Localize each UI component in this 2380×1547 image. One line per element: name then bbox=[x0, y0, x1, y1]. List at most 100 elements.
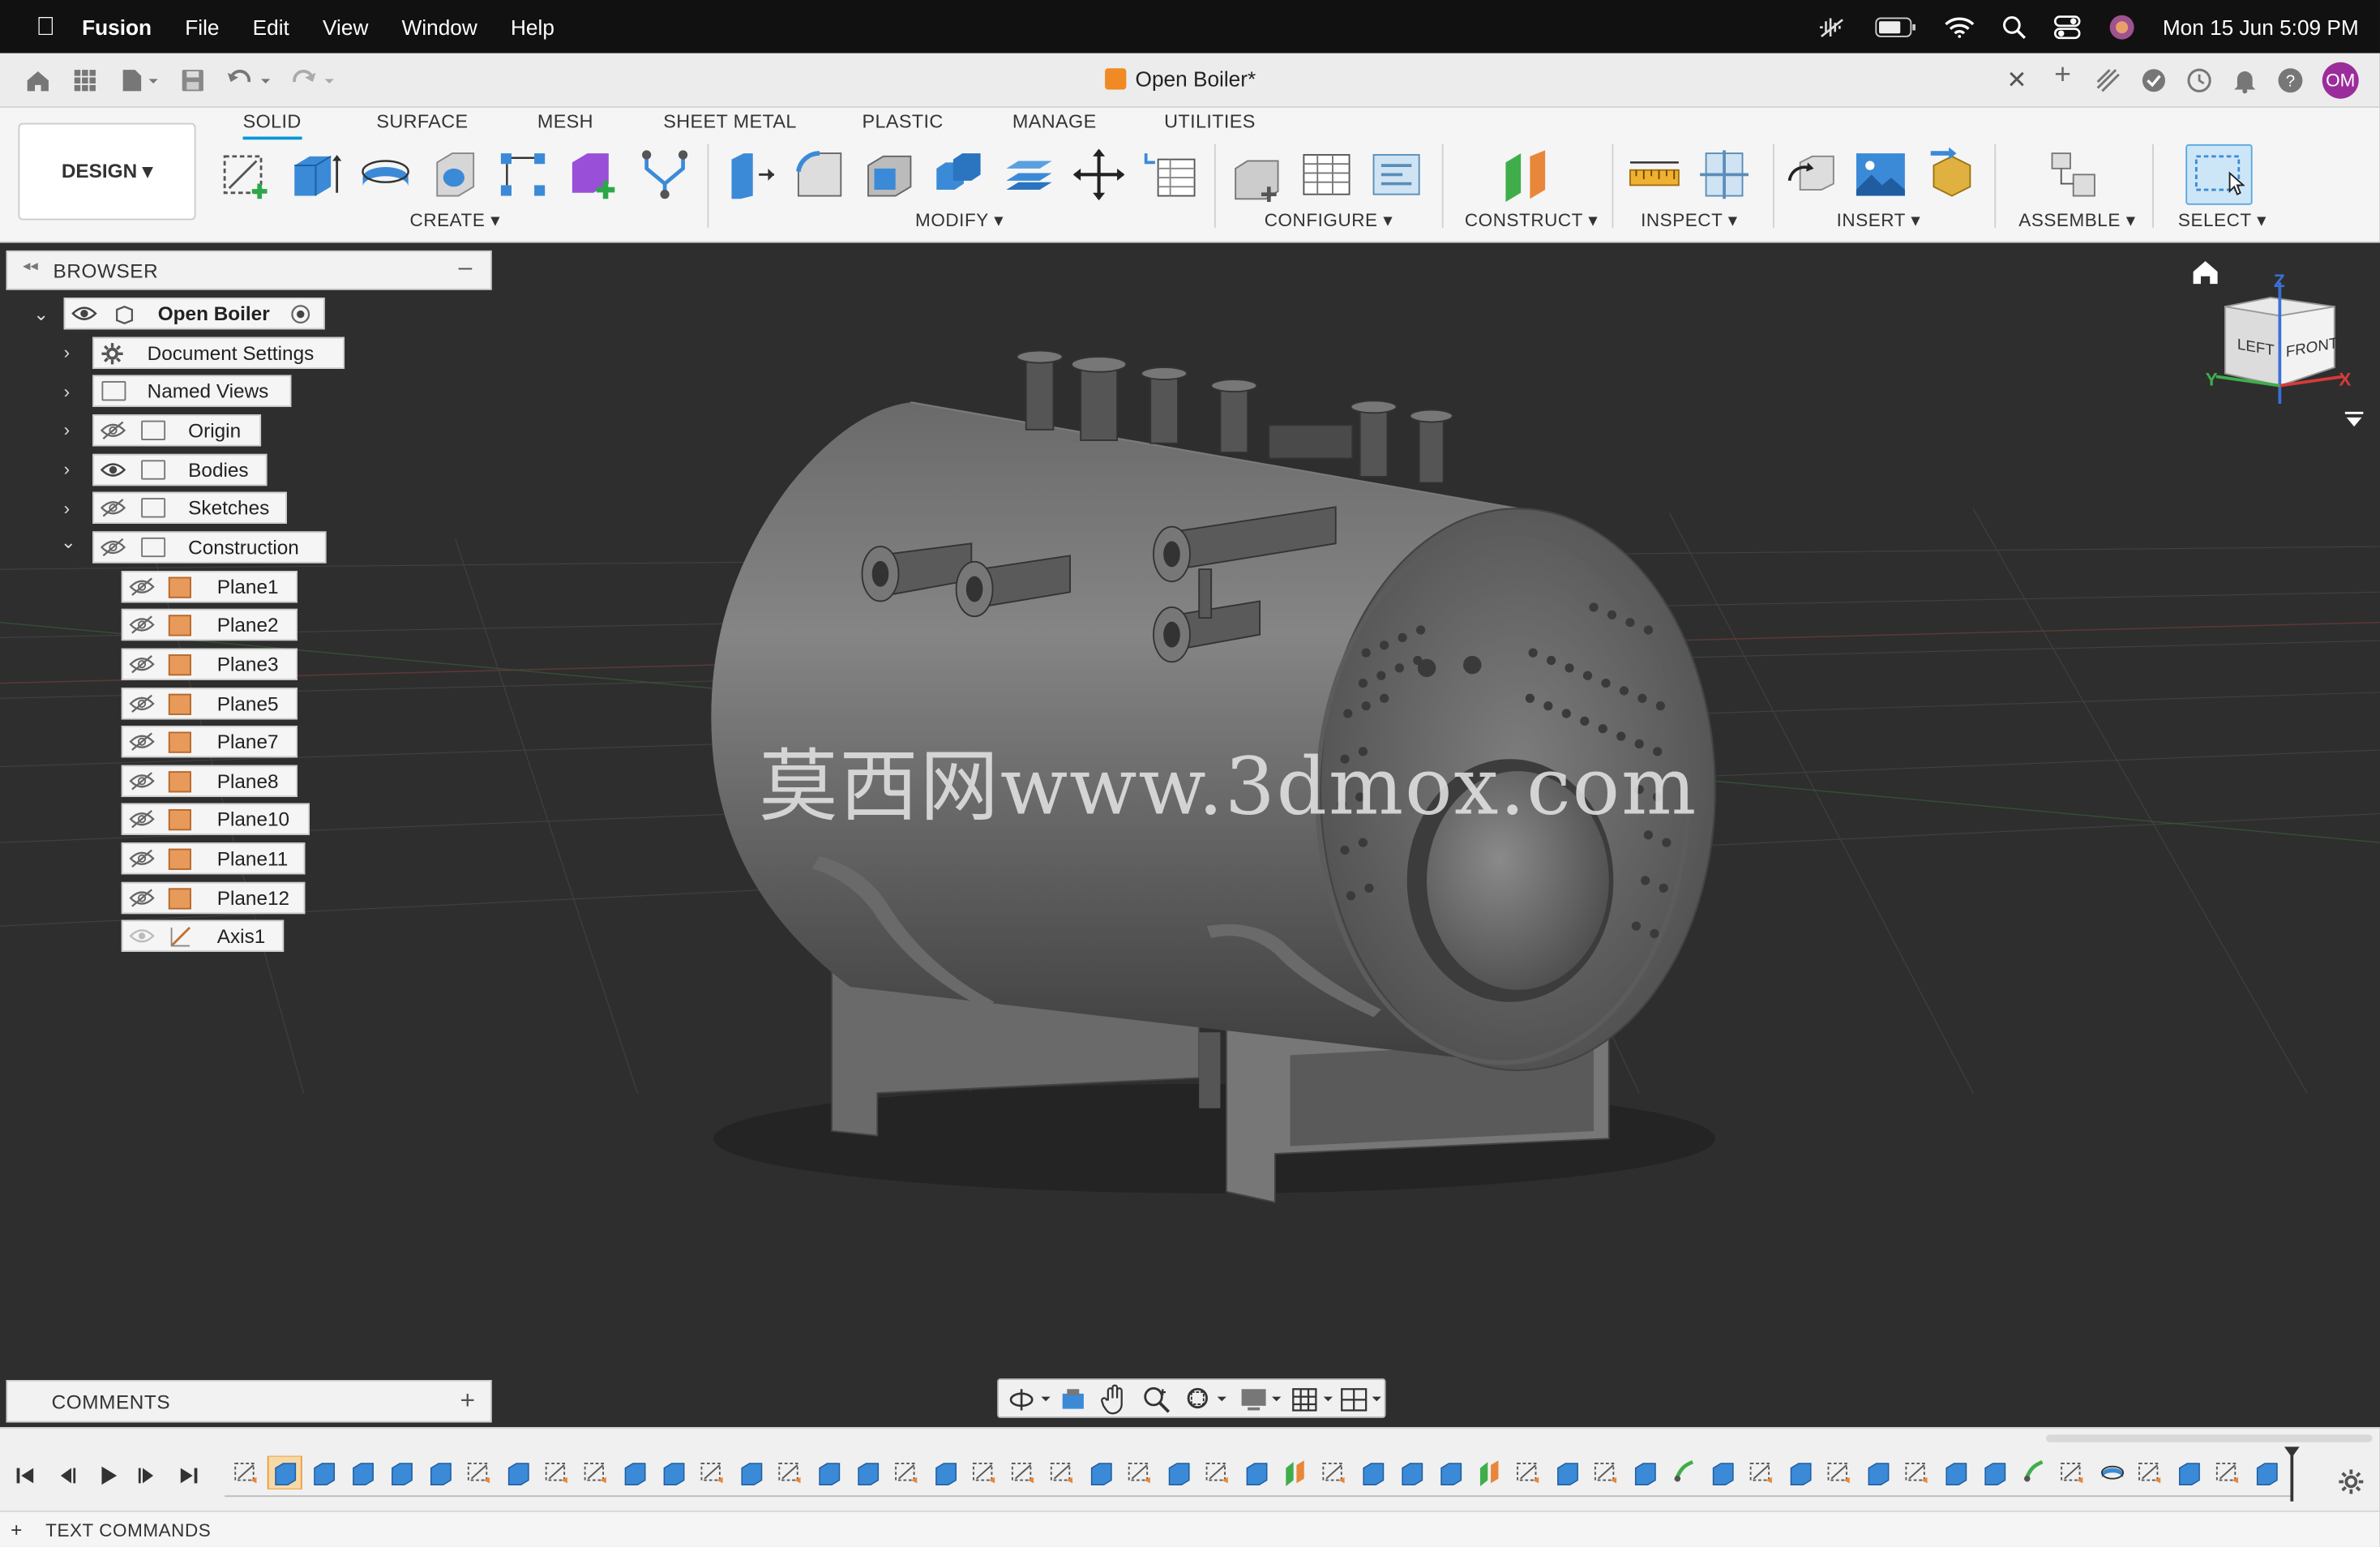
timeline-feature-plane-icon[interactable] bbox=[1479, 1460, 1499, 1487]
browser-root-node[interactable]: Open Boiler bbox=[63, 297, 325, 330]
document-tab[interactable]: Open Boiler* bbox=[1105, 66, 1256, 91]
menu-edit[interactable]: Edit bbox=[253, 15, 289, 39]
timeline-feature-extrude-icon[interactable] bbox=[1246, 1463, 1268, 1485]
timeline-feature-sketch-icon[interactable] bbox=[234, 1463, 257, 1484]
menu-file[interactable]: File bbox=[185, 15, 219, 39]
timeline-feature-items[interactable] bbox=[228, 1455, 2307, 1489]
create-form-icon[interactable] bbox=[566, 148, 620, 202]
timeline-feature-sketch-icon[interactable] bbox=[1517, 1463, 1539, 1484]
timeline-feature-sketch-icon[interactable] bbox=[700, 1463, 723, 1484]
construction-item-plane7[interactable]: Plane7 bbox=[121, 726, 298, 758]
go-to-end-icon[interactable] bbox=[178, 1465, 199, 1486]
move-copy-icon[interactable] bbox=[1072, 148, 1126, 202]
minimize-browser-icon[interactable]: – bbox=[459, 255, 473, 283]
viewports-layout-icon[interactable] bbox=[1338, 1385, 1384, 1415]
timeline-feature-sketch-icon[interactable] bbox=[1050, 1463, 1073, 1484]
construction-item-plane11[interactable]: Plane11 bbox=[121, 842, 306, 875]
browser-node-named-views[interactable]: Named Views bbox=[92, 375, 292, 407]
pan-hand-icon[interactable] bbox=[1100, 1384, 1128, 1415]
job-status-icon[interactable] bbox=[2140, 66, 2168, 94]
configure-design-icon[interactable] bbox=[1230, 148, 1284, 203]
fit-zoom-window-icon[interactable] bbox=[1184, 1385, 1229, 1415]
timeline-feature-sketch-icon[interactable] bbox=[895, 1463, 918, 1484]
timeline-feature-extrude-icon[interactable] bbox=[507, 1463, 529, 1485]
timeline-feature-sketch-icon[interactable] bbox=[973, 1463, 995, 1484]
timeline-feature-revolve-icon[interactable] bbox=[2100, 1465, 2125, 1480]
hidden-eye-icon[interactable] bbox=[129, 771, 155, 791]
create-sketch-icon[interactable] bbox=[220, 148, 274, 202]
construction-item-axis1[interactable]: Axis1 bbox=[121, 919, 285, 952]
workspace-switcher-button[interactable]: DESIGN ▾ bbox=[18, 122, 196, 221]
extrude-icon[interactable] bbox=[289, 148, 343, 202]
timeline-feature-extrude-icon[interactable] bbox=[314, 1463, 336, 1485]
timeline-feature-extrude-icon[interactable] bbox=[624, 1463, 646, 1485]
hidden-eye-icon[interactable] bbox=[129, 809, 155, 829]
hidden-eye-icon[interactable] bbox=[129, 615, 155, 634]
tab-sheet-metal[interactable]: SHEET METAL bbox=[663, 111, 797, 132]
siri-icon[interactable] bbox=[2108, 13, 2135, 41]
menubar-clock[interactable]: Mon 15 Jun 5:09 PM bbox=[2163, 15, 2359, 39]
combine-icon[interactable] bbox=[932, 148, 987, 202]
derive-icon[interactable] bbox=[637, 148, 691, 202]
timeline-marker-icon[interactable] bbox=[2281, 1444, 2302, 1505]
timeline-feature-extrude-icon[interactable] bbox=[430, 1463, 452, 1485]
home-icon[interactable] bbox=[24, 66, 52, 94]
tab-solid[interactable]: SOLID bbox=[242, 111, 302, 140]
timeline-feature-sketch-icon[interactable] bbox=[2061, 1463, 2083, 1484]
viewcube-options-icon[interactable] bbox=[2344, 410, 2365, 428]
redo-icon[interactable] bbox=[289, 66, 340, 94]
timeline-feature-sketch-icon[interactable] bbox=[1322, 1463, 1345, 1484]
notification-bell-icon[interactable] bbox=[2231, 66, 2258, 94]
extensions-icon[interactable] bbox=[2095, 66, 2122, 94]
zoom-icon[interactable] bbox=[1141, 1385, 1171, 1415]
browser-panel-header[interactable]: ◂◂ BROWSER – bbox=[6, 250, 492, 290]
timeline-settings-gear-icon[interactable] bbox=[2337, 1468, 2365, 1496]
hidden-eye-icon[interactable] bbox=[129, 577, 155, 597]
apple-icon[interactable]:  bbox=[30, 11, 60, 41]
play-icon[interactable] bbox=[97, 1465, 118, 1486]
timeline-feature-extrude-icon[interactable] bbox=[353, 1463, 374, 1485]
menu-app-name[interactable]: Fusion bbox=[82, 15, 152, 39]
timeline-feature-sketch-icon[interactable] bbox=[545, 1463, 567, 1484]
insert-derive-icon[interactable] bbox=[1785, 148, 1839, 202]
menu-view[interactable]: View bbox=[323, 15, 368, 39]
expand-chevron-icon[interactable]: › bbox=[64, 381, 70, 402]
timeline-feature-extrude-icon[interactable] bbox=[267, 1455, 302, 1489]
hidden-eye-icon[interactable] bbox=[129, 694, 155, 714]
timeline-feature-extrude-icon[interactable] bbox=[1363, 1463, 1385, 1485]
timeline-feature-extrude-icon[interactable] bbox=[819, 1463, 841, 1485]
step-forward-icon[interactable] bbox=[137, 1465, 158, 1486]
grid-snaps-icon[interactable] bbox=[1291, 1385, 1336, 1415]
timeline-feature-sketch-icon[interactable] bbox=[1827, 1463, 1850, 1484]
construction-item-plane5[interactable]: Plane5 bbox=[121, 688, 298, 720]
construction-item-plane10[interactable]: Plane10 bbox=[121, 803, 310, 835]
browser-node-bodies[interactable]: Bodies bbox=[92, 453, 268, 486]
timeline-feature-extrude-icon[interactable] bbox=[1712, 1463, 1734, 1485]
timeline-feature-extrude-icon[interactable] bbox=[1168, 1463, 1190, 1485]
timeline-feature-plane-icon[interactable] bbox=[1286, 1460, 1304, 1487]
timeline-feature-extrude-icon[interactable] bbox=[1634, 1463, 1656, 1485]
hidden-eye-icon[interactable] bbox=[129, 654, 155, 674]
insert-canvas-icon[interactable] bbox=[1853, 148, 1907, 202]
assemble-group-label[interactable]: ASSEMBLE ▾ bbox=[2018, 209, 2135, 230]
insert-mcmaster-carr-icon[interactable] bbox=[1924, 147, 1979, 202]
construct-group-label[interactable]: CONSTRUCT ▾ bbox=[1465, 209, 1598, 230]
select-group-label[interactable]: SELECT ▾ bbox=[2178, 209, 2267, 230]
section-analysis-icon[interactable] bbox=[1697, 148, 1751, 202]
timeline-feature-derive-icon[interactable] bbox=[2023, 1459, 2044, 1482]
press-pull-icon[interactable] bbox=[722, 148, 777, 202]
audio-wave-icon[interactable] bbox=[1817, 15, 1847, 39]
hidden-eye-icon[interactable] bbox=[129, 731, 155, 751]
save-icon[interactable] bbox=[179, 66, 207, 94]
look-at-icon[interactable] bbox=[1059, 1386, 1087, 1414]
timeline-feature-extrude-icon[interactable] bbox=[858, 1463, 880, 1485]
offset-face-icon[interactable] bbox=[1002, 148, 1056, 202]
timeline-feature-sketch-icon[interactable] bbox=[1205, 1463, 1228, 1484]
timeline-feature-extrude-icon[interactable] bbox=[935, 1463, 957, 1485]
timeline-feature-extrude-icon[interactable] bbox=[1090, 1463, 1112, 1485]
construction-item-plane3[interactable]: Plane3 bbox=[121, 648, 298, 680]
construction-item-plane1[interactable]: Plane1 bbox=[121, 571, 298, 603]
browser-node-origin[interactable]: Origin bbox=[92, 414, 262, 447]
timeline-feature-sketch-icon[interactable] bbox=[1905, 1463, 1928, 1484]
create-group-label[interactable]: CREATE ▾ bbox=[410, 209, 501, 230]
